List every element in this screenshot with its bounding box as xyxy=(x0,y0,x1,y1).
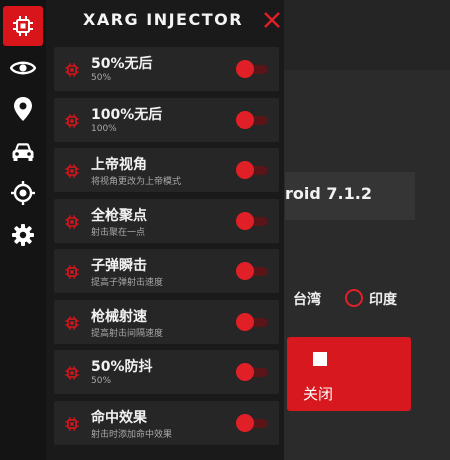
android-version-card: roid 7.1.2 xyxy=(285,172,415,220)
menu-item-title: 上帝视角 xyxy=(91,157,147,173)
gear-icon xyxy=(12,224,34,246)
toggle-knob xyxy=(236,262,254,280)
toggle-knob xyxy=(236,363,254,381)
crosshair-icon xyxy=(11,181,35,205)
menu-item[interactable]: 上帝视角将视角更改为上帝模式 xyxy=(54,148,279,192)
stop-icon xyxy=(313,352,327,366)
menu-item-subtitle: 100% xyxy=(91,123,117,134)
menu-item-subtitle: 射击聚在一点 xyxy=(91,227,146,238)
feature-toggle[interactable] xyxy=(236,262,268,280)
location-pin-icon xyxy=(14,97,32,121)
region-india-radio[interactable] xyxy=(345,289,363,307)
menu-item-subtitle: 射击时添加命中效果 xyxy=(91,429,173,440)
menu-item-title: 50%防抖 xyxy=(91,359,153,375)
menu-item[interactable]: 100%无后 100% xyxy=(54,97,279,142)
menu-item[interactable]: 命中效果射击时添加命中效果 xyxy=(54,400,279,445)
feature-toggle[interactable] xyxy=(236,363,268,381)
menu-item-subtitle: 将视角更改为上帝模式 xyxy=(91,177,182,187)
eye-icon xyxy=(10,61,36,75)
toggle-knob xyxy=(236,211,254,230)
menu-item[interactable]: 枪械射速提高射击间隔速度 xyxy=(54,299,279,344)
menu-item-title: 枪械射速 xyxy=(91,308,147,325)
menu-item[interactable]: 全枪聚点射击聚在一点 xyxy=(54,198,279,243)
chip-icon xyxy=(64,264,80,280)
chip-icon xyxy=(13,16,33,36)
menu-item-title: 命中效果 xyxy=(91,409,147,426)
close-icon xyxy=(264,12,280,28)
chip-icon xyxy=(64,113,80,129)
feature-toggle[interactable] xyxy=(236,60,268,78)
region-india-label[interactable]: 印度 xyxy=(369,289,397,309)
chip-icon xyxy=(64,214,80,230)
menu-item-subtitle: 提高射击间隔速度 xyxy=(91,328,164,339)
chip-icon xyxy=(64,163,80,179)
sidebar xyxy=(0,0,46,460)
menu-item-subtitle: 50% xyxy=(91,376,112,386)
panel-title: XARG INJECTOR xyxy=(83,10,244,29)
sidebar-item-settings[interactable] xyxy=(3,215,43,255)
region-selector: 台湾 印度 xyxy=(285,276,425,320)
stop-button[interactable]: 关闭 xyxy=(287,337,411,411)
toggle-knob xyxy=(236,161,254,179)
feature-toggle[interactable] xyxy=(236,161,268,179)
sidebar-item-aim[interactable] xyxy=(3,173,43,213)
feature-toggle[interactable] xyxy=(236,312,268,331)
android-version-text: roid 7.1.2 xyxy=(285,184,372,203)
sidebar-item-location[interactable] xyxy=(3,89,43,129)
menu-item[interactable]: 50%无后 50% xyxy=(54,47,279,91)
chip-icon xyxy=(64,62,80,78)
menu-item-title: 全枪聚点 xyxy=(91,207,147,224)
feature-toggle[interactable] xyxy=(236,211,268,230)
stop-button-label: 关闭 xyxy=(303,385,334,403)
sidebar-item-chip[interactable] xyxy=(3,6,43,46)
feature-toggle[interactable] xyxy=(236,110,268,129)
chip-icon xyxy=(64,365,80,381)
menu-item-title: 子弹瞬击 xyxy=(91,258,147,274)
sidebar-item-eye[interactable] xyxy=(3,48,43,88)
menu-item-subtitle: 提高子弹射击速度 xyxy=(91,278,164,288)
menu-item-title: 50%无后 xyxy=(91,56,153,72)
car-icon xyxy=(12,143,34,161)
feature-toggle[interactable] xyxy=(236,413,268,432)
region-taiwan-label[interactable]: 台湾 xyxy=(293,289,321,309)
toggle-knob xyxy=(236,413,254,432)
toggle-knob xyxy=(236,312,254,331)
close-button[interactable] xyxy=(262,10,282,30)
menu-item-subtitle: 50% xyxy=(91,73,112,83)
cheat-menu-panel: XARG INJECTOR 50%无后 50% 100%无后 100% 上帝视角 将视角更… xyxy=(46,0,284,460)
chip-icon xyxy=(64,315,80,331)
menu-item[interactable]: 50%防抖 50% xyxy=(54,350,279,394)
sidebar-item-vehicle[interactable] xyxy=(3,132,43,172)
toggle-knob xyxy=(236,60,254,78)
menu-item-title: 100%无后 xyxy=(91,106,163,123)
chip-icon xyxy=(64,416,80,432)
toggle-knob xyxy=(236,110,254,129)
menu-item[interactable]: 子弹瞬击提高子弹射击速度 xyxy=(54,249,279,293)
